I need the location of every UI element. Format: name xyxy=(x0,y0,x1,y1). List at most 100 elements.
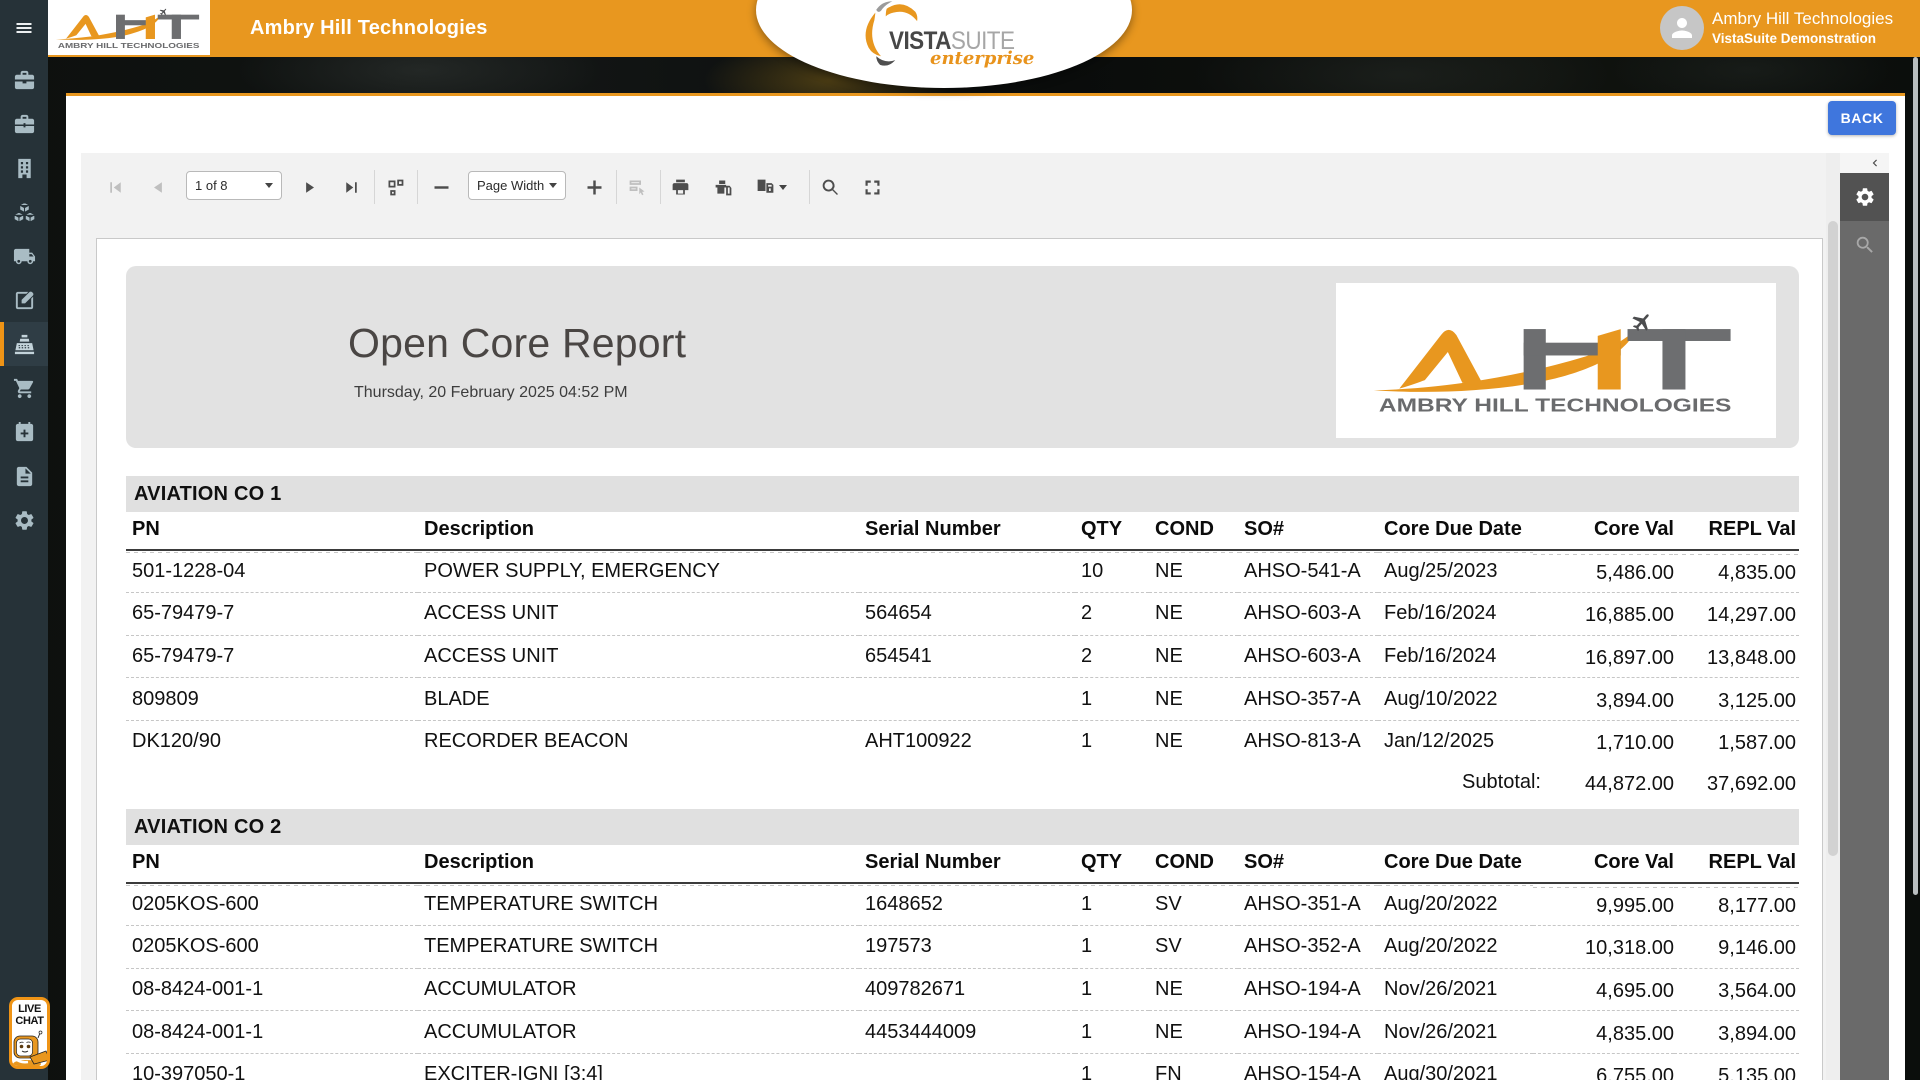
sidebar-item-shipping[interactable] xyxy=(0,234,48,278)
table-row: 65-79479-7ACCESS UNIT6545412NEAHSO-603-A… xyxy=(126,635,1799,678)
column-header: QTY xyxy=(1075,845,1149,883)
text-select-icon xyxy=(627,177,648,198)
table-cell: 1,710.00 xyxy=(1533,722,1674,765)
print-icon xyxy=(670,177,691,198)
thumbnails-button[interactable] xyxy=(381,173,409,201)
window-scrollbar[interactable] xyxy=(1913,57,1919,1080)
next-page-button[interactable] xyxy=(296,173,324,201)
sidebar-item-point-of-sale[interactable] xyxy=(0,322,48,366)
sidebar-item-building[interactable] xyxy=(0,146,48,190)
app-logo[interactable] xyxy=(48,0,210,55)
document-icon xyxy=(13,465,36,488)
briefcase-alt-icon xyxy=(13,113,36,136)
sidebar-item-cart[interactable] xyxy=(0,366,48,410)
table-cell: 654541 xyxy=(859,635,1075,678)
edit-square-icon xyxy=(13,289,36,312)
column-header: Description xyxy=(418,512,859,550)
gear-icon xyxy=(1854,186,1876,208)
sidebar-item-briefcase-alt[interactable] xyxy=(0,102,48,146)
menu-toggle-button[interactable] xyxy=(0,8,48,48)
column-header: PN xyxy=(126,512,418,550)
collapse-rail-button[interactable] xyxy=(1840,153,1889,173)
table-cell: Aug/25/2023 xyxy=(1378,550,1533,593)
table-cell: 409782671 xyxy=(859,968,1075,1011)
table-cell: AHSO-194-A xyxy=(1238,968,1378,1011)
window-scrollbar-thumb[interactable] xyxy=(1913,57,1918,895)
table-cell: 37,692.00 xyxy=(1674,765,1799,804)
print-button[interactable] xyxy=(666,173,694,201)
table-cell: 4,835.00 xyxy=(1674,552,1799,595)
table-cell: NE xyxy=(1149,678,1238,721)
export-button[interactable] xyxy=(751,173,791,201)
table-cell: 1648652 xyxy=(859,883,1075,926)
back-button[interactable]: BACK xyxy=(1828,101,1896,135)
fullscreen-icon xyxy=(862,177,883,198)
rail-background xyxy=(1840,269,1889,1080)
table-cell: ACCUMULATOR xyxy=(418,1011,859,1054)
sidebar-item-calendar[interactable] xyxy=(0,410,48,454)
zoom-out-button[interactable] xyxy=(427,173,455,201)
page-number-select[interactable]: 1 of 8 xyxy=(186,171,282,200)
table-cell: DK120/90 xyxy=(126,720,418,763)
table-cell: BLADE xyxy=(418,678,859,721)
table-cell: 14,297.00 xyxy=(1674,595,1799,638)
settings-icon xyxy=(13,509,36,532)
sidebar-item-edit[interactable] xyxy=(0,278,48,322)
toolbar-separator xyxy=(374,170,375,204)
viewer-side-rail xyxy=(1840,153,1889,1080)
toolbar-separator xyxy=(660,170,661,204)
column-header: Core Val xyxy=(1533,845,1674,883)
viewer-scrollbar-thumb[interactable] xyxy=(1828,221,1838,856)
table-cell: 65-79479-7 xyxy=(126,593,418,636)
sidebar-item-inventory[interactable] xyxy=(0,190,48,234)
column-header: SO# xyxy=(1238,845,1378,883)
table-cell: 9,146.00 xyxy=(1674,928,1799,971)
table-cell: 08-8424-001-1 xyxy=(126,968,418,1011)
table-cell: AHSO-541-A xyxy=(1238,550,1378,593)
first-page-button[interactable] xyxy=(101,173,129,201)
previous-page-button[interactable] xyxy=(143,173,171,201)
header-company-title: Ambry Hill Technologies xyxy=(250,0,488,57)
sidebar-item-settings[interactable] xyxy=(0,498,48,542)
table-cell xyxy=(859,550,1075,593)
table-cell: NE xyxy=(1149,635,1238,678)
table-cell: 1 xyxy=(1075,720,1149,763)
table-cell: 44,872.00 xyxy=(1533,765,1674,804)
rail-tab-search[interactable] xyxy=(1840,221,1889,269)
table-cell xyxy=(1238,763,1378,802)
viewer-scrollbar[interactable] xyxy=(1826,153,1840,1080)
search-button[interactable] xyxy=(816,173,844,201)
export-icon xyxy=(755,177,776,198)
cubes-icon xyxy=(13,201,36,224)
table-cell: 0205KOS-600 xyxy=(126,926,418,969)
table-cell: 501-1228-04 xyxy=(126,550,418,593)
zoom-level-select[interactable]: Page Width xyxy=(468,171,566,200)
table-cell: AHSO-351-A xyxy=(1238,883,1378,926)
report-table: PNDescriptionSerial NumberQTYCONDSO#Core… xyxy=(126,512,1799,802)
table-cell: 3,894.00 xyxy=(1674,1013,1799,1056)
live-chat-widget[interactable]: LIVE CHAT xyxy=(9,997,50,1069)
aht-logo-icon xyxy=(1356,295,1756,427)
table-cell: Aug/10/2022 xyxy=(1378,678,1533,721)
application-window: Ambry Hill Technologies Ambry Hill Techn… xyxy=(0,0,1920,1080)
last-page-button[interactable] xyxy=(337,173,365,201)
table-cell: 6,755.00 xyxy=(1533,1055,1674,1080)
table-row: 501-1228-04POWER SUPPLY, EMERGENCY10NEAH… xyxy=(126,550,1799,593)
content-panel: BACK 1 of 8 Page Width xyxy=(66,93,1905,1080)
chat-mascot-icon xyxy=(10,1030,50,1068)
sidebar-item-briefcase[interactable] xyxy=(0,58,48,102)
table-cell: 1 xyxy=(1075,1053,1149,1080)
user-account-chip[interactable]: Ambry Hill Technologies VistaSuite Demon… xyxy=(1660,3,1893,53)
table-row: 65-79479-7ACCESS UNIT5646542NEAHSO-603-A… xyxy=(126,593,1799,636)
rail-tab-settings[interactable] xyxy=(1840,173,1889,221)
table-cell: 10,318.00 xyxy=(1533,928,1674,971)
table-cell: FN xyxy=(1149,1053,1238,1080)
text-select-tool-button[interactable] xyxy=(623,173,651,201)
table-cell: 08-8424-001-1 xyxy=(126,1011,418,1054)
table-cell: 0205KOS-600 xyxy=(126,883,418,926)
zoom-in-button[interactable] xyxy=(580,173,608,201)
fullscreen-button[interactable] xyxy=(858,173,886,201)
sidebar-item-documents[interactable] xyxy=(0,454,48,498)
print-page-button[interactable] xyxy=(709,173,737,201)
hamburger-icon xyxy=(14,18,34,38)
